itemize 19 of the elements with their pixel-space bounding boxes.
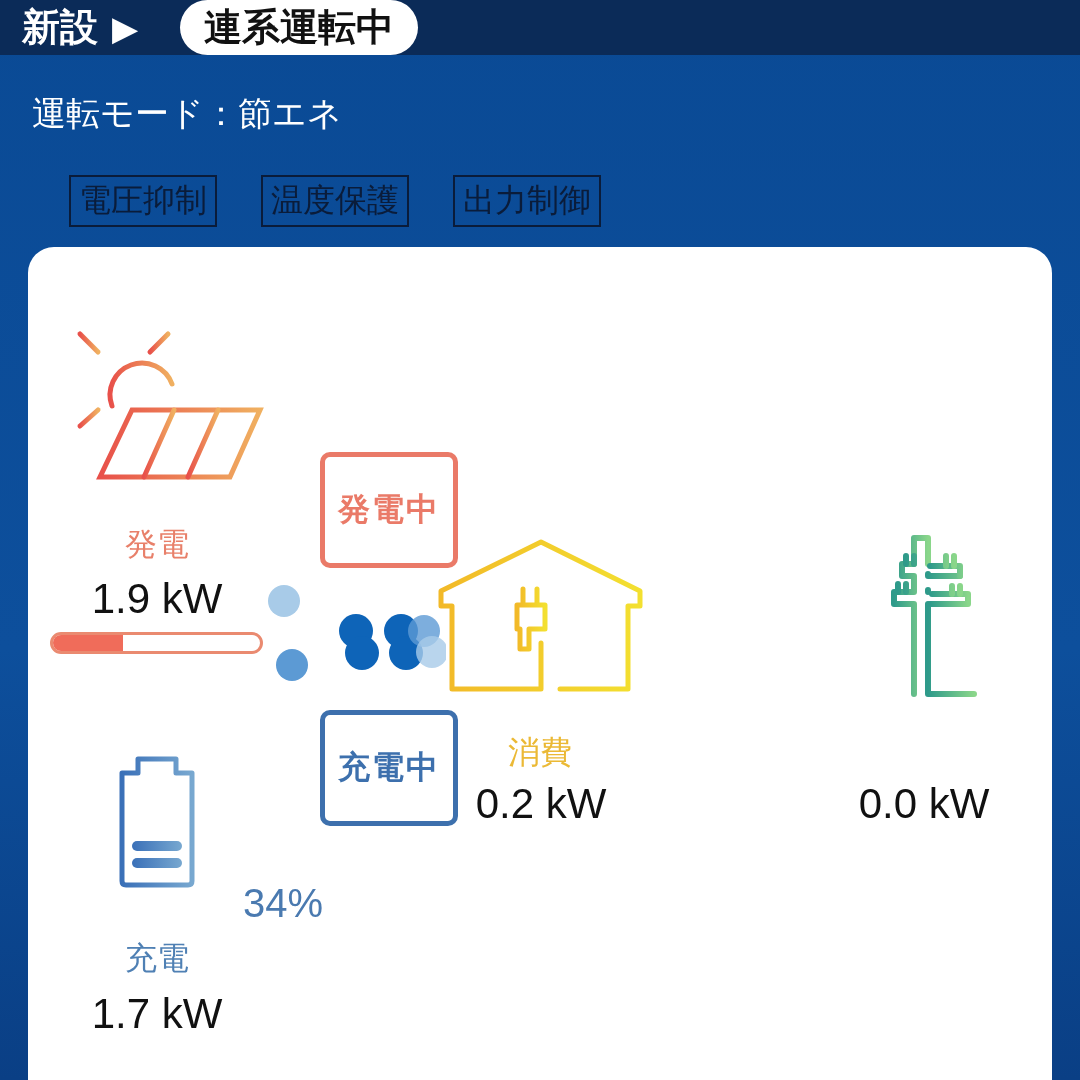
arrow-glyph: ▶ — [112, 7, 139, 48]
flag-indicator: 出力制御 — [453, 175, 601, 227]
consumption-value: 0.2 kW — [475, 779, 607, 828]
charge-label: 充電 — [125, 937, 189, 979]
status-pill: 連系運転中 — [180, 0, 419, 55]
consumption-label: 消費 — [508, 731, 572, 773]
page-title: 新設 — [22, 4, 98, 51]
flag-indicator: 電圧抑制 — [69, 175, 217, 227]
flag-indicator: 温度保護 — [261, 175, 409, 227]
generation-label: 発電 — [125, 523, 189, 565]
charge-value: 1.7 kW — [91, 989, 223, 1038]
grid-value: 0.0 kW — [858, 779, 990, 828]
battery-percent: 34% — [243, 880, 324, 926]
house-plug-icon — [437, 538, 643, 693]
status-box: 発電中 — [320, 451, 458, 568]
generation-value: 1.9 kW — [91, 574, 223, 623]
mode-text: 運転モード：節エネ — [32, 92, 343, 135]
status-box: 充電中 — [320, 709, 458, 826]
battery-icon — [118, 754, 198, 889]
